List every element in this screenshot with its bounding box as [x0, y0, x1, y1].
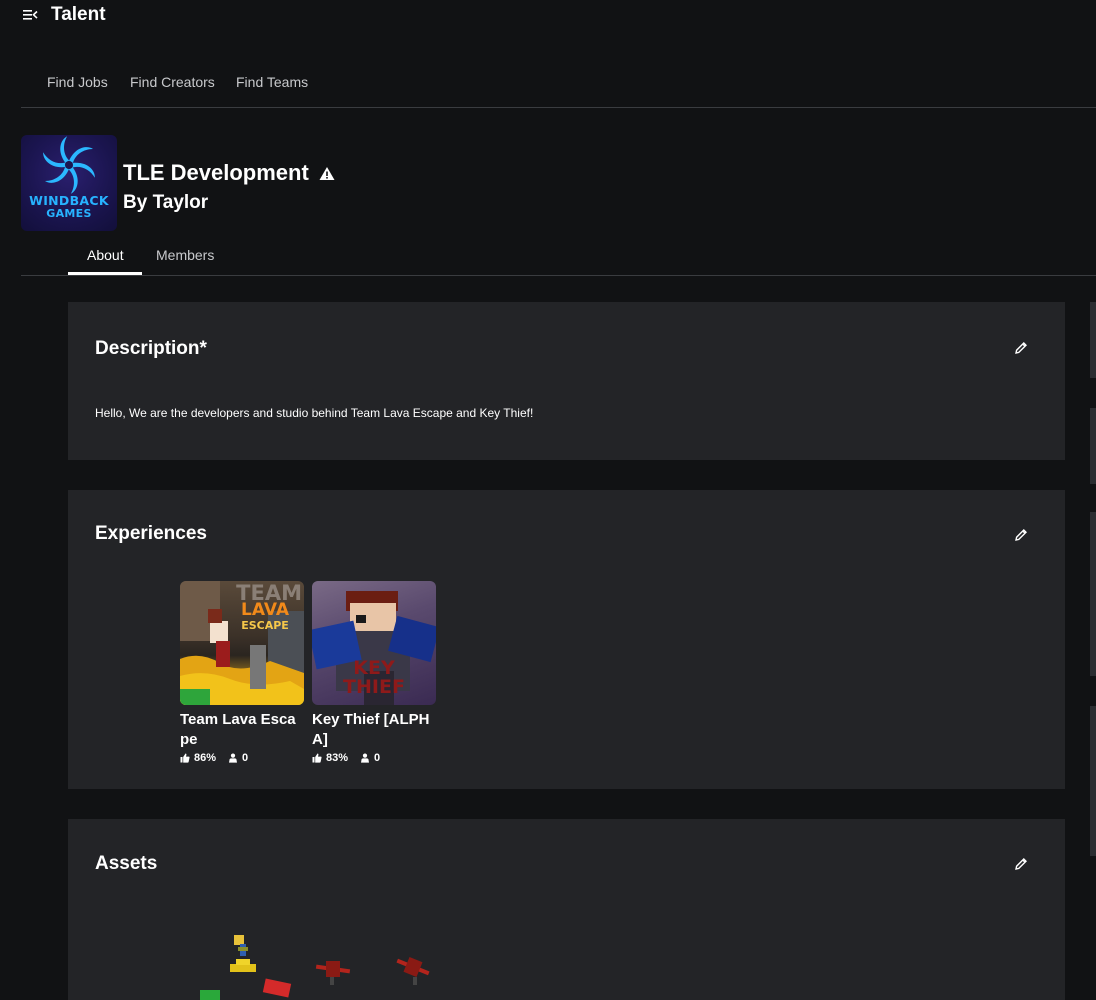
- experience-name[interactable]: Team Lava Escape: [180, 710, 304, 750]
- thumbs-up-icon: [180, 753, 190, 763]
- experiences-title: Experiences: [95, 523, 207, 544]
- pencil-icon[interactable]: [1013, 340, 1029, 356]
- rating-value: 86%: [194, 752, 217, 764]
- asset-thumbnail[interactable]: [262, 978, 292, 998]
- main-nav: Find Jobs Find Creators Find Teams: [21, 62, 1096, 108]
- experience-stats: 83% 0: [312, 752, 436, 764]
- logo-text-line2: GAMES: [46, 207, 92, 220]
- profile-tabs: About Members: [21, 238, 1096, 276]
- assets-card: Assets: [68, 819, 1065, 1000]
- thumbs-up-icon: [312, 753, 322, 763]
- experience-stats: 86% 0: [180, 752, 304, 764]
- thumb-text-lava: LAVA: [241, 600, 289, 620]
- players-value: 0: [242, 752, 249, 764]
- description-title: Description*: [95, 338, 207, 359]
- asset-thumbnail[interactable]: [315, 961, 351, 985]
- experience-tile[interactable]: TEAM LAVA ESCAPE Team Lava Escape 86% 0: [180, 581, 304, 764]
- experience-name[interactable]: Key Thief [ALPHA]: [312, 710, 436, 750]
- players-value: 0: [374, 752, 381, 764]
- side-panel-edge: [1090, 408, 1096, 484]
- nav-find-creators[interactable]: Find Creators: [130, 74, 215, 90]
- nav-find-teams[interactable]: Find Teams: [236, 74, 308, 90]
- side-panel-edge: [1090, 706, 1096, 856]
- app-title: Talent: [51, 4, 106, 25]
- player-icon: [229, 753, 238, 763]
- description-card: Description* Hello, We are the developer…: [68, 302, 1065, 460]
- logo-text-line1: WINDBACK: [29, 193, 109, 208]
- nav-find-jobs[interactable]: Find Jobs: [47, 74, 108, 90]
- experience-thumbnail: TEAM LAVA ESCAPE: [180, 581, 304, 705]
- assets-previews: [200, 935, 430, 1000]
- warning-icon[interactable]: [319, 166, 335, 181]
- team-owner[interactable]: By Taylor: [123, 192, 208, 214]
- tab-members[interactable]: Members: [156, 247, 214, 263]
- experiences-card: Experiences TEAM LAVA ESCAPE Team Lava E…: [68, 490, 1065, 789]
- asset-thumbnail[interactable]: [396, 956, 430, 985]
- side-panel-edge: [1090, 512, 1096, 676]
- pencil-icon[interactable]: [1013, 527, 1029, 543]
- team-logo: WINDBACK GAMES: [21, 135, 117, 231]
- thumb-text-thief: THIEF: [343, 676, 405, 698]
- player-icon: [361, 753, 370, 763]
- experience-thumbnail: KEY THIEF: [312, 581, 436, 705]
- team-name: TLE Development: [123, 160, 309, 185]
- menu-collapse-icon[interactable]: [22, 8, 38, 22]
- tab-about[interactable]: About: [87, 247, 124, 263]
- asset-thumbnail[interactable]: [230, 935, 256, 972]
- asset-thumbnail[interactable]: [200, 990, 220, 1000]
- side-panel-edge: [1090, 302, 1096, 378]
- top-bar: Talent: [0, 0, 1096, 32]
- description-text: Hello, We are the developers and studio …: [95, 406, 534, 420]
- active-tab-indicator: [68, 272, 142, 275]
- thumb-text-escape: ESCAPE: [241, 619, 289, 632]
- rating-value: 83%: [326, 752, 349, 764]
- experience-tile[interactable]: KEY THIEF Key Thief [ALPHA] 83% 0: [312, 581, 436, 764]
